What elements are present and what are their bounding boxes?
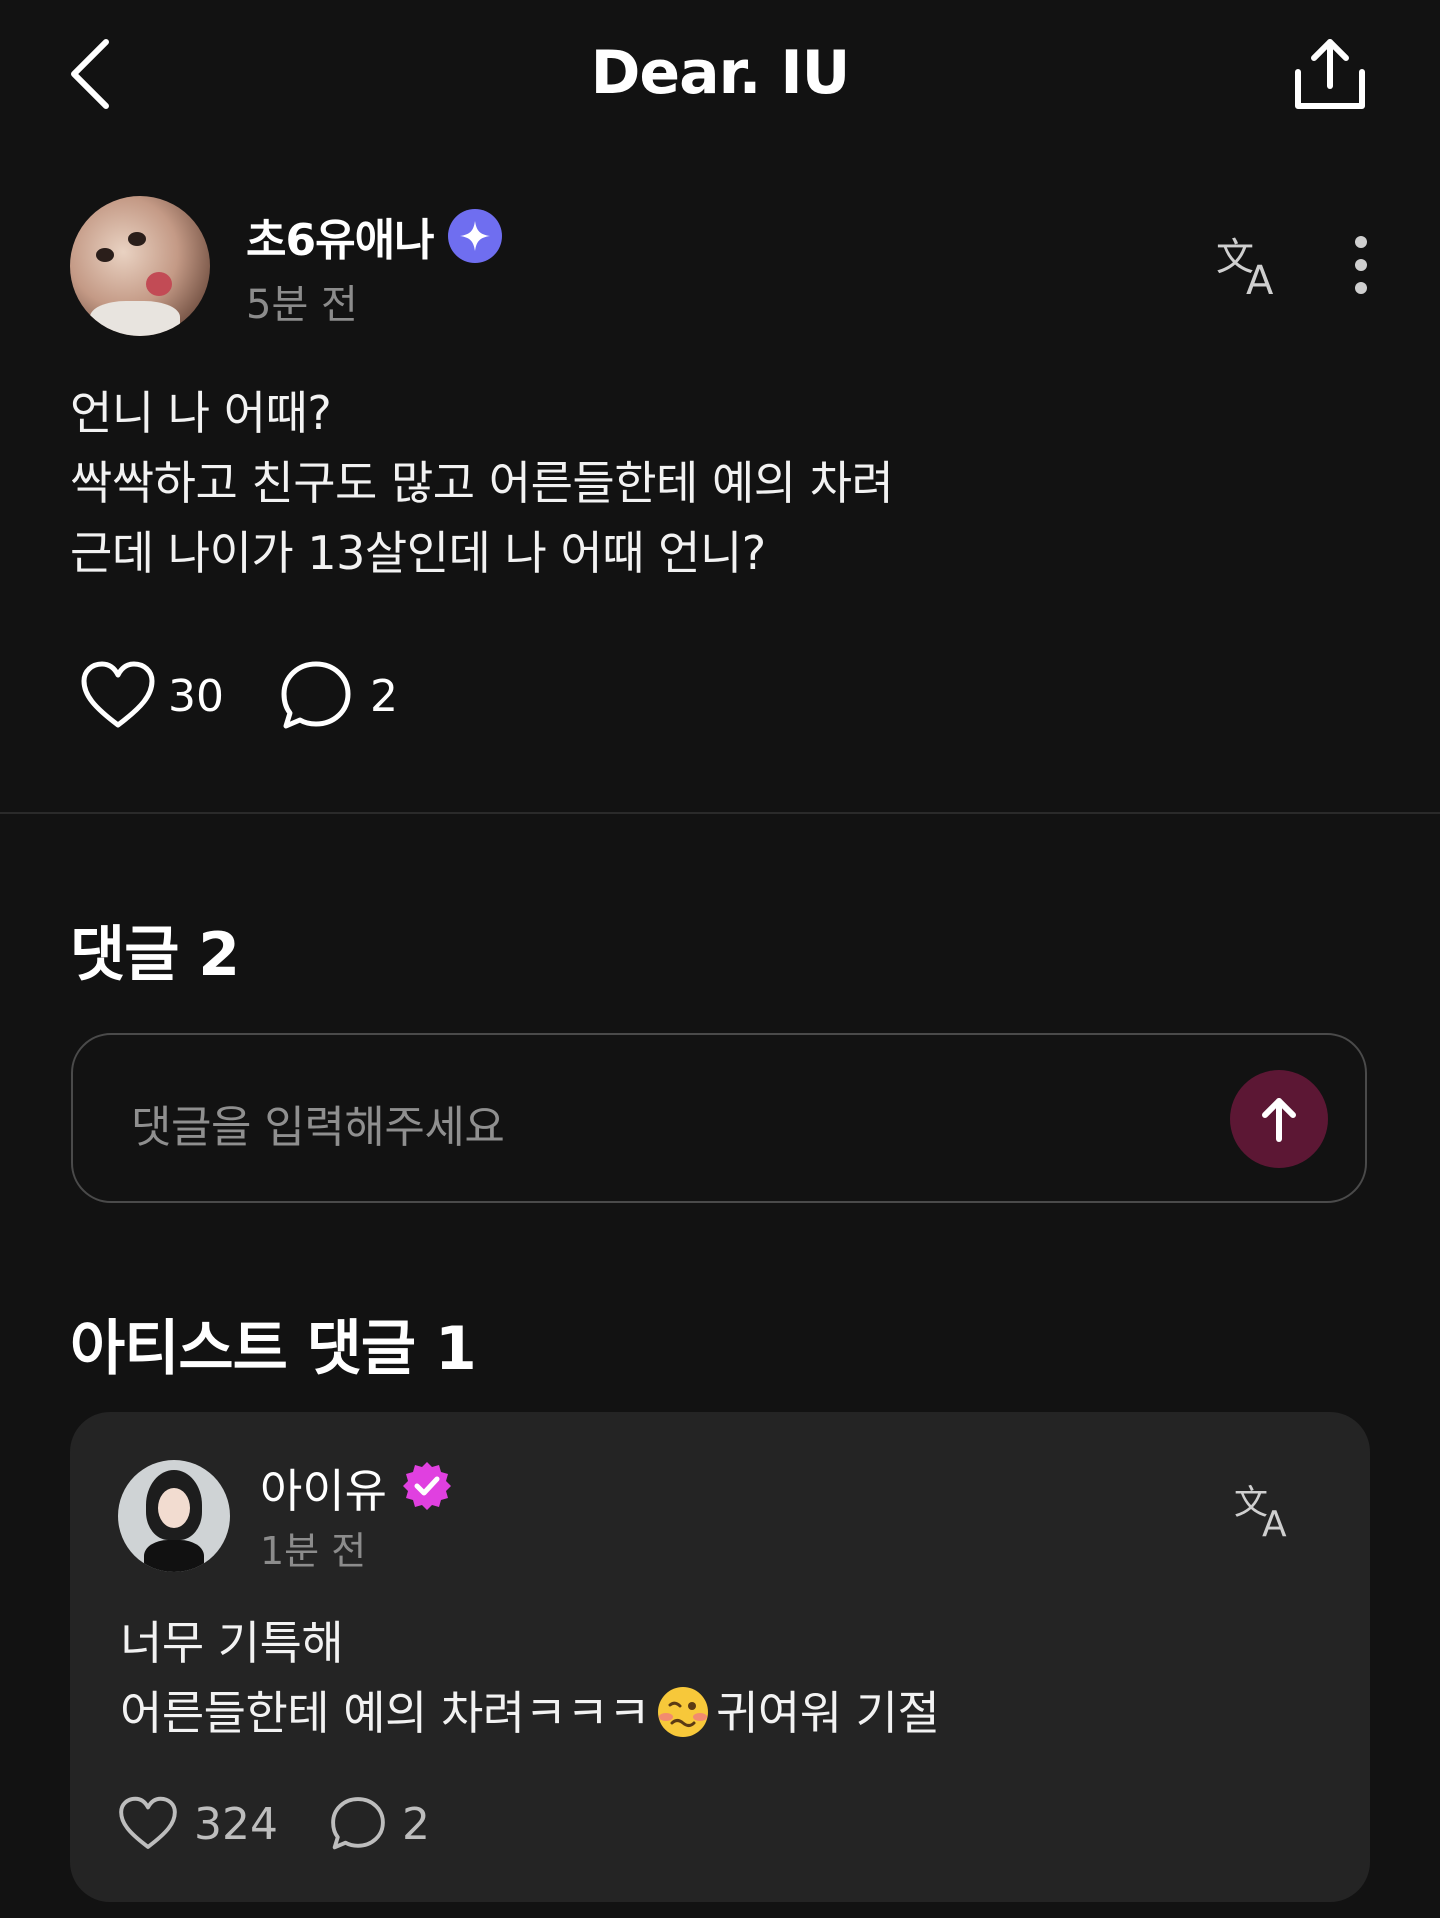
send-arrow-icon — [1262, 1098, 1296, 1142]
artist-comment-reactions: 324 2 — [118, 1796, 430, 1852]
verified-badge-icon — [447, 209, 502, 263]
send-button[interactable] — [1230, 1070, 1328, 1168]
avatar[interactable] — [118, 1460, 230, 1572]
artist-comments-title: 아티스트 댓글 1 — [70, 1314, 477, 1384]
heart-icon — [119, 1796, 177, 1849]
post-detail-page: Dear. IU 초6유애나 5분 전 文 A 언니 나 어때? 싹싹하고 친구… — [0, 0, 1440, 1918]
like-button[interactable]: 30 — [80, 661, 224, 731]
comment-icon — [281, 661, 351, 729]
divider — [0, 812, 1440, 814]
translate-icon[interactable]: 文 A — [1216, 234, 1288, 304]
woozy-face-emoji — [656, 1685, 710, 1739]
post-line: 언니 나 어때? — [70, 386, 332, 440]
comment-icon — [331, 1797, 385, 1850]
comment-line: 너무 기특해 — [120, 1616, 344, 1670]
post-reactions: 30 2 — [80, 660, 398, 732]
comment-count: 2 — [401, 1798, 430, 1850]
artist-comment-time: 1분 전 — [260, 1529, 367, 1573]
comment-text: 어른들한테 예의 차려ㅋㅋㅋ — [120, 1686, 651, 1740]
svg-text:A: A — [1262, 1504, 1287, 1544]
like-count: 30 — [168, 670, 224, 722]
more-icon[interactable] — [1346, 234, 1376, 296]
post-author[interactable]: 초6유애나 — [246, 206, 502, 266]
post-time: 5분 전 — [246, 282, 358, 328]
comments-title: 댓글 2 — [70, 920, 240, 990]
header: Dear. IU — [0, 0, 1440, 150]
share-icon[interactable] — [1290, 36, 1370, 112]
comment-button[interactable]: 2 — [330, 1796, 430, 1852]
artist-author[interactable]: 아이유 — [260, 1458, 453, 1518]
artist-comment-card: 아이유 1분 전 文 A 너무 기특해 어른들한테 예의 차려ㅋㅋㅋ 귀여워 기… — [70, 1412, 1370, 1902]
post-body: 언니 나 어때? 싹싹하고 친구도 많고 어른들한테 예의 차려 근데 나이가 … — [70, 378, 1370, 588]
like-button[interactable]: 324 — [118, 1796, 278, 1852]
post-line: 싹싹하고 친구도 많고 어른들한테 예의 차려 — [70, 456, 894, 510]
artist-comment-body: 너무 기특해 어른들한테 예의 차려ㅋㅋㅋ 귀여워 기절 — [120, 1608, 1320, 1748]
comment-count: 2 — [370, 670, 398, 722]
heart-icon — [81, 661, 155, 728]
comment-placeholder: 댓글을 입력해주세요 — [131, 1102, 505, 1153]
avatar[interactable] — [70, 196, 210, 336]
artist-name: 아이유 — [260, 1464, 387, 1518]
verified-badge-icon — [401, 1460, 453, 1516]
like-count: 324 — [194, 1798, 278, 1850]
comment-button[interactable]: 2 — [280, 660, 398, 732]
svg-text:A: A — [1246, 258, 1274, 298]
post-line: 근데 나이가 13살인데 나 어때 언니? — [70, 526, 766, 580]
post-username: 초6유애나 — [246, 215, 435, 266]
comment-line: 어른들한테 예의 차려ㅋㅋㅋ 귀여워 기절 — [120, 1678, 1320, 1748]
translate-icon[interactable]: 文 A — [1234, 1480, 1306, 1545]
comment-text: 귀여워 기절 — [716, 1686, 940, 1740]
comment-input[interactable]: 댓글을 입력해주세요 — [71, 1033, 1367, 1203]
page-title: Dear. IU — [590, 38, 851, 108]
